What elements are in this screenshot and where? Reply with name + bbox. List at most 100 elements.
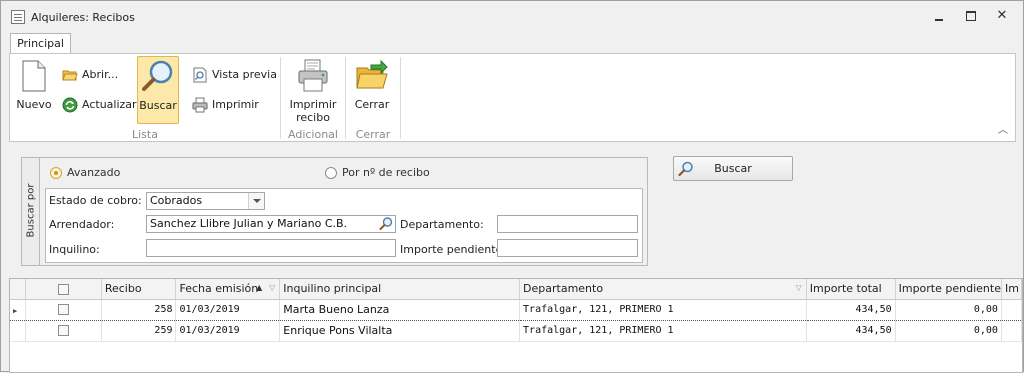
cell-fecha[interactable]: 01/03/2019	[175, 320, 281, 342]
radio-avanzado-label: Avanzado	[67, 166, 121, 179]
actualizar-button[interactable]: Actualizar	[62, 95, 137, 115]
maximize-button[interactable]	[963, 9, 979, 23]
filter-icon[interactable]: ▽	[796, 283, 802, 292]
cell-overflow[interactable]	[1001, 320, 1022, 342]
close-window-button[interactable]: ✕	[994, 9, 1010, 23]
buscar-label: Buscar	[139, 99, 177, 112]
recibos-grid: Recibo Fecha emisión ▲ ▽ Inquilino princ…	[9, 278, 1023, 373]
abrir-label: Abrir...	[82, 68, 119, 81]
cell-recibo[interactable]: 259	[101, 320, 177, 342]
buscar-search-button[interactable]: Buscar	[673, 156, 793, 181]
print-preview-icon	[193, 67, 207, 83]
row-indicator[interactable]	[10, 320, 27, 342]
exit-folder-icon	[356, 59, 388, 89]
inquilino-input[interactable]	[146, 239, 396, 257]
inquilino-label: Inquilino:	[49, 243, 100, 256]
column-header-departamento[interactable]: Departamento ▽	[519, 279, 807, 300]
cell-recibo[interactable]: 258	[101, 298, 177, 321]
select-all-checkbox-header[interactable]	[25, 279, 102, 300]
departamento-input[interactable]	[497, 215, 638, 233]
cell-departamento[interactable]: Trafalgar, 121, PRIMERO 1	[519, 320, 807, 342]
cell-overflow[interactable]	[1001, 298, 1022, 321]
radio-por-recibo-label: Por nº de recibo	[342, 166, 430, 179]
arrendador-label: Arrendador:	[49, 218, 115, 231]
cell-importe-total[interactable]: 434,50	[806, 298, 896, 321]
radio-avanzado[interactable]: Avanzado	[50, 165, 120, 181]
group-label-adicional: Adicional	[288, 128, 338, 141]
ribbon-panel: Nuevo Abrir... Actualizar Buscar Vista p…	[9, 53, 1016, 142]
importe-pendiente-input[interactable]	[497, 239, 638, 257]
checkbox[interactable]	[58, 283, 70, 295]
cell-importe-pendiente[interactable]: 0,00	[895, 298, 1002, 321]
checkbox[interactable]	[58, 303, 70, 315]
minimize-button[interactable]	[931, 9, 947, 23]
column-header-overflow[interactable]: Im	[1001, 279, 1022, 300]
cell-inquilino[interactable]: Marta Bueno Lanza	[279, 298, 521, 321]
window-title: Alquileres: Recibos	[31, 11, 135, 24]
refresh-icon	[62, 97, 78, 113]
cell-departamento[interactable]: Trafalgar, 121, PRIMERO 1	[519, 298, 807, 321]
chevron-down-icon[interactable]	[248, 193, 264, 209]
estado-cobro-select[interactable]: Cobrados	[146, 192, 265, 210]
arrendador-field[interactable]: Sanchez Llibre Julian y Mariano C.B.	[146, 215, 396, 233]
actualizar-label: Actualizar	[82, 98, 137, 111]
cell-inquilino[interactable]: Enrique Pons Vilalta	[279, 320, 521, 342]
receipt-printer-icon	[298, 59, 328, 92]
checkbox[interactable]	[58, 324, 70, 336]
group-label-lista: Lista	[132, 128, 158, 141]
cell-importe-total[interactable]: 434,50	[806, 320, 896, 342]
row-indicator[interactable]: ▶	[10, 298, 27, 321]
collapse-ribbon-icon[interactable]: ︿	[998, 121, 1008, 136]
estado-cobro-label: Estado de cobro:	[49, 194, 142, 207]
arrendador-value: Sanchez Llibre Julian y Mariano C.B.	[150, 217, 348, 230]
table-row[interactable]: 259 01/03/2019 Enrique Pons Vilalta Traf…	[10, 320, 1022, 342]
buscar-search-button-label: Buscar	[714, 162, 752, 175]
column-header-recibo[interactable]: Recibo	[101, 279, 177, 300]
lookup-search-icon[interactable]	[377, 216, 395, 232]
column-header-importe-total[interactable]: Importe total	[806, 279, 896, 300]
imprimir-recibo-button[interactable]: Imprimir recibo	[286, 56, 340, 124]
column-header-fecha-emision-label: Fecha emisión	[179, 282, 259, 296]
vista-previa-label: Vista previa	[212, 68, 277, 81]
group-separator	[280, 57, 281, 139]
nuevo-button[interactable]: Nuevo	[14, 56, 54, 124]
sort-ascending-icon: ▲	[256, 283, 263, 292]
grid-header-row: Recibo Fecha emisión ▲ ▽ Inquilino princ…	[10, 279, 1022, 300]
abrir-button[interactable]: Abrir...	[62, 65, 118, 85]
cell-importe-pendiente[interactable]: 0,00	[895, 320, 1002, 342]
filter-icon[interactable]: ▽	[269, 283, 275, 292]
column-header-departamento-label: Departamento	[523, 282, 604, 296]
buscar-por-sidebar: Buscar por	[22, 158, 40, 265]
printer-icon	[192, 97, 208, 113]
buscar-por-label: Buscar por	[25, 183, 37, 238]
title-bar: Alquileres: Recibos ✕	[1, 1, 1023, 31]
tab-principal[interactable]: Principal	[10, 33, 71, 55]
column-header-inquilino-principal[interactable]: Inquilino principal	[279, 279, 521, 300]
ribbon-tabstrip: Principal	[1, 31, 1023, 55]
row-checkbox-cell[interactable]	[25, 298, 102, 321]
table-row[interactable]: ▶ 258 01/03/2019 Marta Bueno Lanza Trafa…	[10, 298, 1022, 321]
row-checkbox-cell[interactable]	[25, 320, 102, 342]
imprimir-recibo-label-2: recibo	[296, 111, 330, 124]
magnifier-icon	[142, 60, 173, 91]
departamento-label: Departamento:	[400, 218, 484, 231]
column-header-fecha-emision[interactable]: Fecha emisión ▲ ▽	[175, 279, 281, 300]
importe-pendiente-label: Importe pendiente:	[400, 243, 507, 256]
group-separator	[400, 57, 401, 139]
estado-cobro-value: Cobrados	[150, 194, 203, 207]
radio-dot-icon	[50, 167, 62, 179]
search-panel: Buscar por Avanzado Por nº de recibo Est…	[21, 157, 648, 266]
radio-dot-icon	[325, 167, 337, 179]
main-window: Alquileres: Recibos ✕ Principal Nuevo Ab…	[0, 0, 1024, 373]
imprimir-button[interactable]: Imprimir	[192, 95, 259, 115]
imprimir-recibo-label-1: Imprimir	[289, 98, 337, 111]
buscar-ribbon-button[interactable]: Buscar	[137, 56, 179, 124]
cell-fecha[interactable]: 01/03/2019	[175, 298, 281, 321]
current-row-arrow-icon: ▶	[13, 306, 18, 315]
imprimir-label: Imprimir	[212, 98, 259, 111]
radio-por-recibo[interactable]: Por nº de recibo	[325, 165, 430, 181]
vista-previa-button[interactable]: Vista previa	[192, 65, 277, 85]
row-indicator-header	[10, 279, 27, 300]
column-header-importe-pendiente[interactable]: Importe pendiente	[895, 279, 1002, 300]
cerrar-button[interactable]: Cerrar	[350, 56, 394, 124]
